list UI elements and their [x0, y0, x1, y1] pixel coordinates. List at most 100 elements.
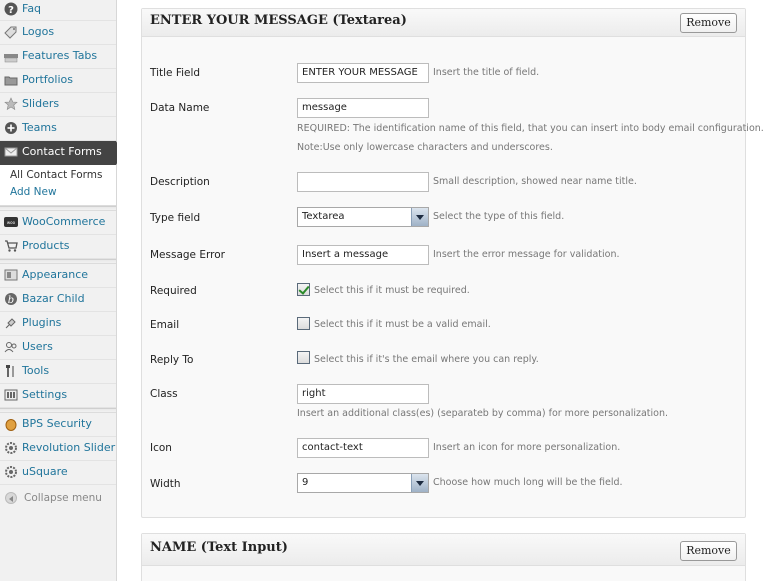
email-checkbox[interactable]: [297, 317, 310, 330]
menu-item-settings[interactable]: Settings: [0, 384, 116, 408]
plug-icon: [5, 318, 16, 329]
bazar-icon: b: [5, 293, 17, 306]
data-name-input[interactable]: message: [297, 98, 429, 118]
menu-item-bps-security[interactable]: BPS Security: [0, 413, 116, 437]
menu-item-usquare[interactable]: uSquare: [0, 461, 116, 485]
chevron-down-icon[interactable]: [411, 208, 428, 226]
reply-to-checkbox[interactable]: [297, 351, 310, 364]
field-panel-message: ENTER YOUR MESSAGE (Textarea) Remove Tit…: [141, 8, 764, 518]
main-content: ENTER YOUR MESSAGE (Textarea) Remove Tit…: [117, 0, 766, 581]
menu-label: WooCommerce: [22, 215, 106, 228]
label-type-field: Type field: [150, 212, 201, 224]
field-panel-name: NAME (Text Input) Remove: [141, 533, 746, 581]
menu-item-tools[interactable]: Tools: [0, 360, 116, 384]
label-class: Class: [150, 388, 178, 400]
woo-icon: woo: [4, 217, 18, 227]
collapse-arrow-icon: [5, 492, 17, 504]
menu-label: Products: [22, 239, 70, 252]
help-width: Choose how much long will be the field.: [433, 477, 623, 488]
help-required: Select this if it must be required.: [314, 285, 470, 296]
help-icon: ?: [4, 2, 18, 16]
label-email: Email: [150, 319, 180, 331]
svg-text:?: ?: [8, 5, 14, 16]
menu-item-users[interactable]: Users: [0, 336, 116, 360]
label-icon: Icon: [150, 442, 172, 454]
menu-item-plugins[interactable]: Plugins: [0, 312, 116, 336]
label-reply-to: Reply To: [150, 354, 194, 366]
menu-label: Users: [22, 340, 53, 353]
icon-input[interactable]: contact-text: [297, 438, 429, 458]
label-width: Width: [150, 478, 181, 490]
menu-label: Teams: [22, 121, 57, 134]
menu-item-features-tabs[interactable]: Features Tabs: [0, 45, 116, 69]
menu-item-appearance[interactable]: Appearance: [0, 264, 116, 288]
select-value: 9: [302, 477, 309, 488]
menu-item-woocommerce[interactable]: woo WooCommerce: [0, 211, 116, 235]
description-input[interactable]: [297, 172, 429, 192]
folder-icon: [4, 76, 18, 86]
menu-item-portfolios[interactable]: Portfolios: [0, 69, 116, 93]
menu-label: Appearance: [22, 268, 89, 281]
panel-title: ENTER YOUR MESSAGE (Textarea): [150, 13, 407, 28]
label-required: Required: [150, 285, 197, 297]
help-icon: Insert an icon for more personalization.: [433, 442, 621, 453]
admin-sidebar: ? Faq Logos Features Tabs Portfolios Sli…: [0, 0, 123, 581]
submenu-all-contact-forms[interactable]: All Contact Forms: [10, 167, 116, 184]
help-type-field: Select the type of this field.: [433, 211, 565, 222]
menu-item-logos[interactable]: Logos: [0, 21, 116, 45]
chevron-down-icon[interactable]: [411, 474, 428, 492]
width-select[interactable]: 9: [297, 473, 429, 493]
help-data-name: REQUIRED: The identification name of thi…: [297, 123, 764, 134]
help-title-field: Insert the title of field.: [433, 67, 540, 78]
menu-item-contact-forms[interactable]: Contact Forms: [0, 141, 123, 165]
menu-label: Features Tabs: [22, 49, 98, 62]
plus-circle-icon: [5, 122, 17, 134]
help-reply-to: Select this if it's the email where you …: [314, 354, 539, 365]
menu-item-sliders[interactable]: Sliders: [0, 93, 116, 117]
svg-text:woo: woo: [7, 220, 16, 225]
cart-icon: [5, 240, 18, 252]
menu-item-bazar-child[interactable]: b Bazar Child: [0, 288, 116, 312]
svg-text:b: b: [8, 295, 14, 306]
tools-icon: [6, 365, 14, 377]
panel-header: ENTER YOUR MESSAGE (Textarea) Remove: [142, 9, 745, 37]
appearance-icon: [4, 269, 18, 281]
menu-item-faq[interactable]: ? Faq: [0, 0, 116, 21]
help-message-error: Insert the error message for validation.: [433, 249, 620, 260]
type-field-select[interactable]: Textarea: [297, 207, 429, 227]
submenu-add-new[interactable]: Add New: [10, 184, 116, 201]
label-title-field: Title Field: [150, 67, 201, 79]
menu-item-revolution-slider[interactable]: Revolution Slider: [0, 437, 116, 461]
menu-label: Bazar Child: [22, 292, 85, 305]
panel-title: NAME (Text Input): [150, 540, 288, 555]
help-description: Small description, showed near name titl…: [433, 176, 637, 187]
menu-label: Faq: [22, 2, 42, 15]
help-class: Insert an additional class(es) (separate…: [297, 408, 669, 419]
gear-icon: [5, 466, 17, 478]
remove-button[interactable]: Remove: [680, 13, 737, 33]
menu-item-products[interactable]: Products: [0, 235, 116, 259]
collapse-label: Collapse menu: [24, 492, 102, 504]
star-icon: [4, 97, 18, 111]
title-field-input[interactable]: ENTER YOUR MESSAGE: [297, 63, 429, 83]
required-checkbox[interactable]: [297, 283, 310, 296]
gear-icon: [5, 442, 17, 454]
menu-label: Tools: [22, 364, 50, 377]
menu-label: Contact Forms: [22, 145, 102, 158]
class-input[interactable]: right: [297, 384, 429, 404]
menu-label: uSquare: [22, 465, 68, 478]
settings-icon: [4, 389, 18, 401]
collapse-menu-button[interactable]: Collapse menu: [0, 485, 116, 511]
mail-icon: [4, 147, 18, 157]
label-description: Description: [150, 176, 210, 188]
message-error-input[interactable]: Insert a message: [297, 245, 429, 265]
menu-item-teams[interactable]: Teams: [0, 117, 116, 141]
contact-forms-submenu: All Contact Forms Add New: [0, 165, 116, 206]
label-message-error: Message Error: [150, 249, 225, 261]
panel-header: NAME (Text Input) Remove: [142, 534, 745, 566]
menu-label: Portfolios: [22, 73, 73, 86]
shield-icon: [5, 419, 17, 431]
users-icon: [4, 342, 17, 353]
menu-label: Sliders: [22, 97, 60, 110]
remove-button[interactable]: Remove: [680, 541, 737, 561]
